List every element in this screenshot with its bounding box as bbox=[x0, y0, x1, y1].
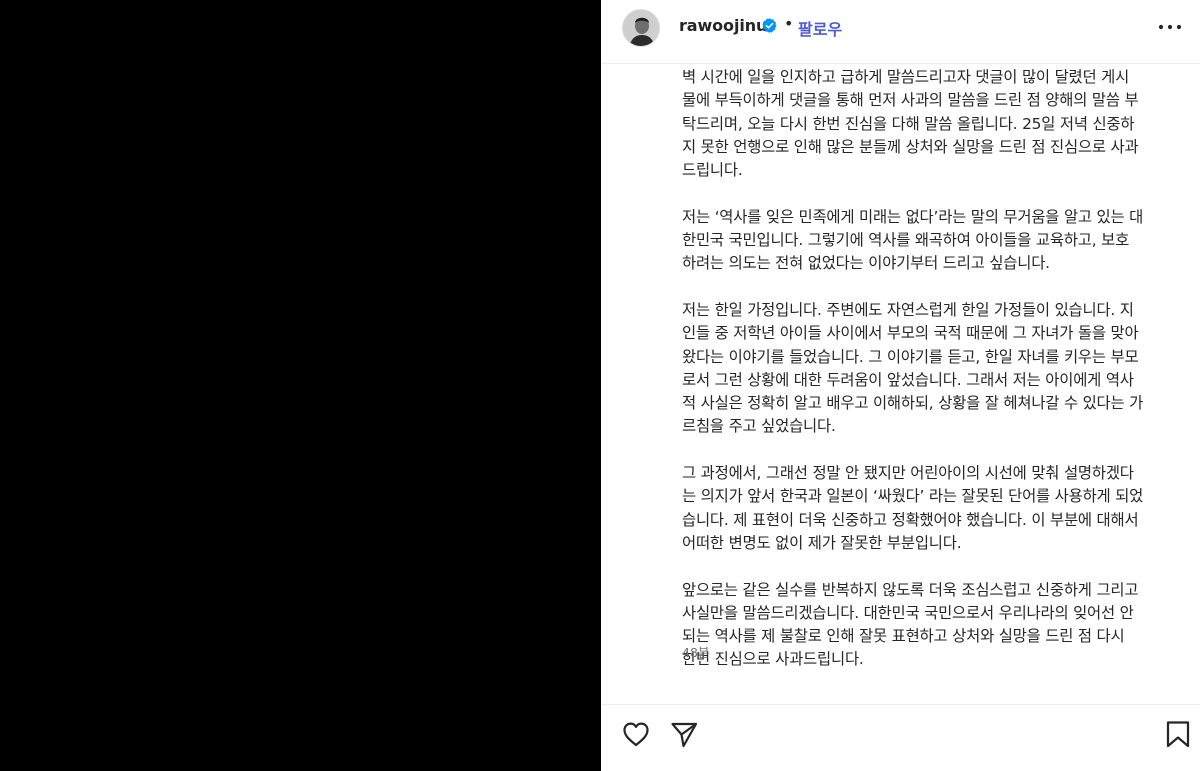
caption-paragraph: 그 과정에서, 그래선 정말 안 됐지만 어린아이의 시선에 맞춰 설명하겠다 … bbox=[682, 464, 1144, 552]
post-viewer: rawoojinu • 팔로우 벽 시간에 일을 인지하고 급하게 말씀드리고자… bbox=[0, 0, 1200, 771]
post-action-bar bbox=[601, 704, 1200, 771]
follow-button[interactable]: 팔로우 bbox=[798, 16, 842, 40]
post-caption: 벽 시간에 일을 인지하고 급하게 말씀드리고자 댓글이 많이 달렸던 게시 물… bbox=[682, 66, 1194, 695]
post-media-area[interactable] bbox=[0, 0, 601, 771]
profile-avatar[interactable] bbox=[622, 9, 660, 47]
post-timestamp[interactable]: 48분 bbox=[682, 642, 709, 661]
verified-badge-icon bbox=[762, 18, 777, 33]
heart-icon[interactable] bbox=[621, 719, 651, 749]
caption-paragraph: 앞으로는 같은 실수를 반복하지 않도록 더욱 조심스럽고 신중하게 그리고 사… bbox=[682, 580, 1139, 669]
caption-paragraph: 저는 ‘역사를 잊은 민족에게 미래는 없다’라는 말의 무거움을 알고 있는 … bbox=[682, 207, 1144, 273]
send-icon[interactable] bbox=[669, 719, 699, 749]
more-options-icon[interactable] bbox=[1158, 17, 1182, 37]
post-side-panel: rawoojinu • 팔로우 벽 시간에 일을 인지하고 급하게 말씀드리고자… bbox=[601, 0, 1200, 771]
caption-paragraph: 벽 시간에 일을 인지하고 급하게 말씀드리고자 댓글이 많이 달렸던 게시 물… bbox=[682, 68, 1139, 180]
comments-scroll-area[interactable]: 벽 시간에 일을 인지하고 급하게 말씀드리고자 댓글이 많이 달렸던 게시 물… bbox=[601, 64, 1200, 704]
caption-paragraph: 저는 한일 가정입니다. 주변에도 자연스럽게 한일 가정들이 있습니다. 지 … bbox=[682, 300, 1144, 436]
bookmark-icon[interactable] bbox=[1163, 719, 1193, 749]
username[interactable]: rawoojinu bbox=[679, 16, 767, 35]
post-header: rawoojinu • 팔로우 bbox=[601, 0, 1200, 64]
avatar-image bbox=[623, 10, 659, 46]
header-separator: • bbox=[784, 14, 794, 33]
